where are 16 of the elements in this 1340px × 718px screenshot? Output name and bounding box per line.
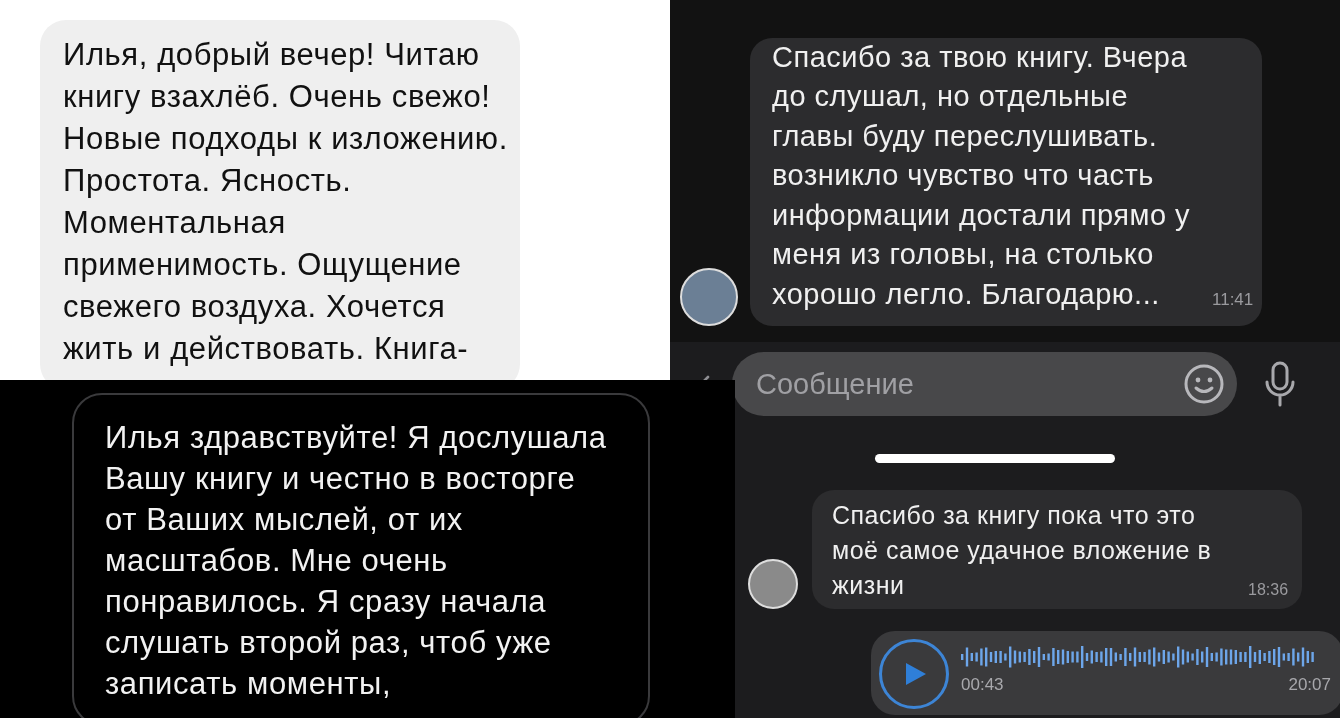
message-time: 18:36 [1248,581,1289,599]
message-input[interactable]: Сообщение [754,366,1138,402]
message-text: Илья, добрый вечер! Читаю книгу взахлёб. Очень свежо! Новые подходы к изложению. Простота. Ясность. Моментальная применимость. Ощущение свежего воздуха. Хочется жить и действовать. Книга- [63,36,509,368]
play-icon [906,663,926,685]
message-text: Илья здравствуйте! Я дослушала Вашу книгу и честно в восторге от Ваших мыслей, от их масштабов. Мне очень понравилось. Я сразу начала слушать второй раз, чтоб уже записать моменты, [105,419,608,703]
avatar [748,559,798,609]
message-text: Спасибо за твою книгу. Вчера до слушал, но отдельные главы буду переслушивать. возникло чувство что часть информации достали прямо у меня из головы, на столько хорошо легло. Благодарю... [772,39,1192,312]
message-field[interactable]: Сообщение [732,352,1237,416]
message-time: 20:07 [1288,675,1331,695]
message-time: 11:41 [1212,290,1254,310]
microphone-icon[interactable] [1263,360,1297,408]
smiley-icon[interactable] [1183,363,1225,405]
avatar [680,268,738,326]
play-button[interactable] [879,639,949,709]
voice-duration: 00:43 [961,675,1004,695]
message-text: Спасибо за книгу пока что это моё самое удачное вложение в жизни [832,500,1213,601]
